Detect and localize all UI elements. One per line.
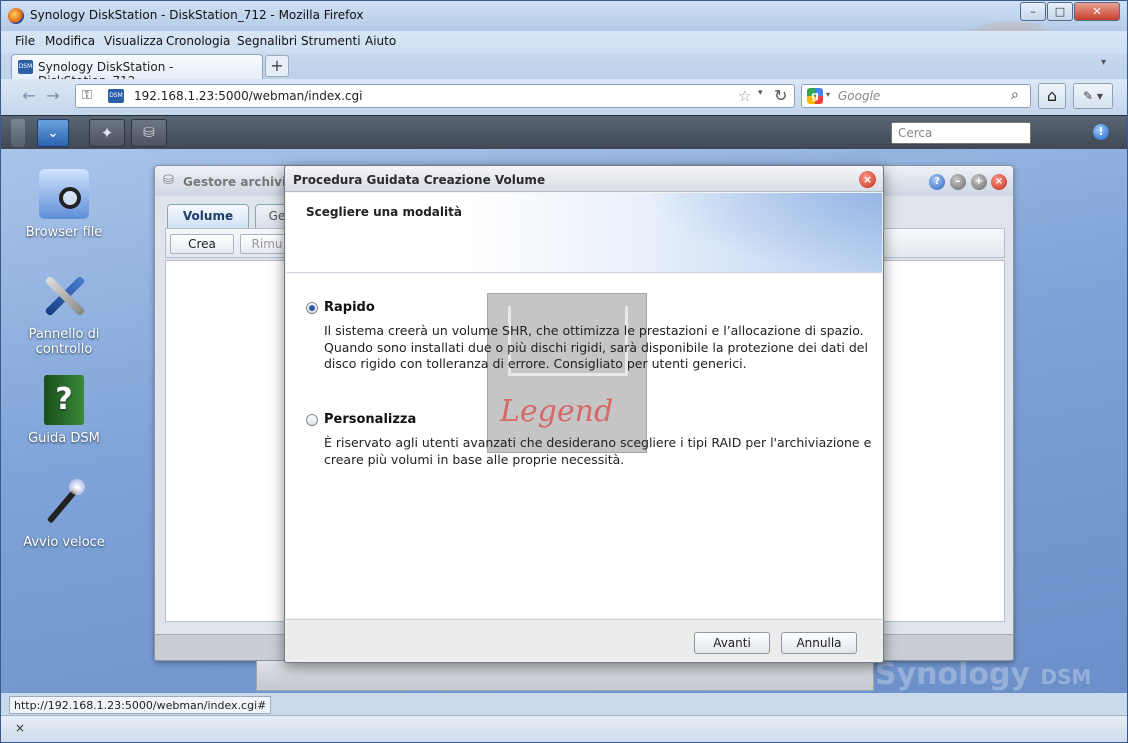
menu-visualizza[interactable]: Visualizza: [104, 34, 163, 48]
help-icon[interactable]: ?: [929, 174, 945, 190]
status-bar: http://192.168.1.23:5000/webman/index.cg…: [1, 693, 1127, 715]
menu-aiuto[interactable]: Aiuto: [365, 34, 396, 48]
option-personalizza-description: È riservato agli utenti avanzati che des…: [324, 435, 872, 467]
tab-list-icon[interactable]: ▾: [1101, 57, 1106, 68]
close-findbar-icon[interactable]: ×: [15, 721, 25, 735]
google-icon[interactable]: g: [807, 88, 823, 104]
desktop-icon-label: Guida DSM: [28, 431, 100, 446]
quick-launch-wand-icon[interactable]: ✦: [89, 119, 125, 147]
search-engine-dropdown-icon[interactable]: ▾: [826, 90, 830, 99]
firefox-window: Synology DiskStation - DiskStation_712 -…: [0, 0, 1128, 743]
firefox-logo-icon: [8, 8, 24, 24]
menu-file[interactable]: File: [15, 34, 35, 48]
banner-decoration: [646, 193, 882, 273]
option-personalizza-label[interactable]: Personalizza: [324, 412, 416, 427]
tab-synology[interactable]: DSM Synology DiskStation - DiskStation_7…: [11, 54, 263, 88]
url-text[interactable]: 192.168.1.23:5000/webman/index.cgi: [134, 89, 362, 103]
wizard-footer: Avanti Annulla: [286, 619, 882, 661]
desktop-icon-browser-file[interactable]: Browser file: [9, 169, 119, 240]
maximize-icon[interactable]: +: [971, 174, 987, 190]
wizard-body: Legend Rapido Il sistema creerà un volum…: [286, 274, 882, 618]
option-rapido-description: Il sistema creerà un volume SHR, che ott…: [324, 323, 868, 371]
tab-strip: DSM Synology DiskStation - DiskStation_7…: [1, 53, 1127, 88]
reload-icon[interactable]: ↻: [774, 86, 787, 105]
menu-strumenti[interactable]: Strumenti: [301, 34, 361, 48]
create-button[interactable]: Crea: [170, 234, 234, 254]
tools-icon: [39, 271, 89, 321]
file-manager-icon: ⛁: [163, 173, 174, 188]
find-bar: ×: [1, 715, 1127, 742]
menu-segnalibri[interactable]: Segnalibri: [237, 34, 297, 48]
title-bar: Synology DiskStation - DiskStation_712 -…: [1, 1, 1127, 31]
menu-cronologia[interactable]: Cronologia: [166, 34, 230, 48]
minimize-button[interactable]: –: [1020, 2, 1046, 21]
main-menu-chevron-icon[interactable]: ⌄: [37, 119, 69, 147]
radio-personalizza[interactable]: [306, 414, 318, 426]
dsm-site-icon: DSM: [108, 89, 124, 103]
desktop-icon-guida[interactable]: ? Guida DSM: [9, 375, 119, 446]
dsm-search-input[interactable]: Cerca: [891, 122, 1031, 144]
watermark-brand: Synology: [875, 657, 1031, 692]
wizard-step-heading: Scegliere una modalità: [306, 205, 462, 219]
taskbar-grip[interactable]: [11, 119, 25, 147]
storage-manager-icon[interactable]: ⛁: [131, 119, 167, 147]
desktop-icon-avvio[interactable]: Avvio veloce: [9, 479, 119, 550]
legend-watermark-logo: Legend: [487, 293, 647, 453]
search-input[interactable]: Google: [838, 89, 880, 103]
folder-search-icon: [39, 169, 89, 219]
radio-rapido[interactable]: [306, 302, 318, 314]
home-icon[interactable]: ⌂: [1038, 83, 1066, 109]
desktop-icon-label: Pannello di controllo: [28, 327, 100, 357]
magic-wand-icon: [39, 479, 89, 529]
cancel-button[interactable]: Annulla: [781, 632, 857, 654]
search-icon[interactable]: ⌕: [1011, 87, 1019, 103]
maximize-button[interactable]: □: [1047, 2, 1073, 21]
legend-watermark-text: Legend: [500, 394, 614, 429]
bookmark-star-icon[interactable]: ☆: [738, 87, 751, 105]
file-manager-title: Gestore archivi: [183, 175, 287, 189]
wizard-title: Procedura Guidata Creazione Volume: [293, 173, 546, 187]
dsm-taskbar: ⌄ ✦ ⛁ Cerca !: [1, 115, 1127, 149]
dsm-favicon-icon: DSM: [18, 60, 33, 74]
new-tab-button[interactable]: +: [265, 55, 289, 77]
desktop-icon-label: Avvio veloce: [23, 535, 105, 550]
addon-icon[interactable]: ✎ ▾: [1073, 83, 1113, 109]
option-rapido-label[interactable]: Rapido: [324, 300, 375, 315]
wizard-banner: Scegliere una modalità: [286, 193, 882, 273]
desktop-icon-label: Browser file: [25, 225, 103, 240]
notification-info-icon[interactable]: !: [1093, 124, 1109, 140]
volume-wizard-dialog: Procedura Guidata Creazione Volume × Sce…: [284, 165, 884, 663]
tab-volume[interactable]: Volume: [167, 204, 249, 228]
minimize-icon[interactable]: –: [950, 174, 966, 190]
menu-bar: File Modifica Visualizza Cronologia Segn…: [1, 31, 1127, 53]
help-book-icon: ?: [44, 375, 84, 425]
wizard-header[interactable]: Procedura Guidata Creazione Volume ×: [285, 166, 883, 192]
url-dropdown-icon[interactable]: ▾: [758, 88, 763, 98]
menu-modifica[interactable]: Modifica: [45, 34, 95, 48]
close-icon[interactable]: ×: [991, 174, 1007, 190]
dsm-search-placeholder: Cerca: [898, 126, 933, 140]
back-icon[interactable]: ←: [17, 85, 41, 107]
window-title: Synology DiskStation - DiskStation_712 -…: [30, 8, 364, 22]
forward-icon[interactable]: →: [41, 85, 65, 107]
background-window-edge: [256, 661, 874, 691]
wizard-close-icon[interactable]: ×: [859, 171, 876, 188]
navigation-bar: ← → ⚿ DSM 192.168.1.23:5000/webman/index…: [1, 79, 1127, 115]
identity-key-icon[interactable]: ⚿: [82, 88, 92, 103]
search-bar[interactable]: g ▾ Google ⌕: [801, 84, 1031, 108]
url-bar[interactable]: ⚿ DSM 192.168.1.23:5000/webman/index.cgi…: [75, 84, 795, 108]
desktop-icon-pannello[interactable]: Pannello di controllo: [9, 271, 119, 357]
close-window-button[interactable]: ✕: [1074, 2, 1120, 21]
status-url: http://192.168.1.23:5000/webman/index.cg…: [9, 696, 272, 714]
next-button[interactable]: Avanti: [694, 632, 770, 654]
